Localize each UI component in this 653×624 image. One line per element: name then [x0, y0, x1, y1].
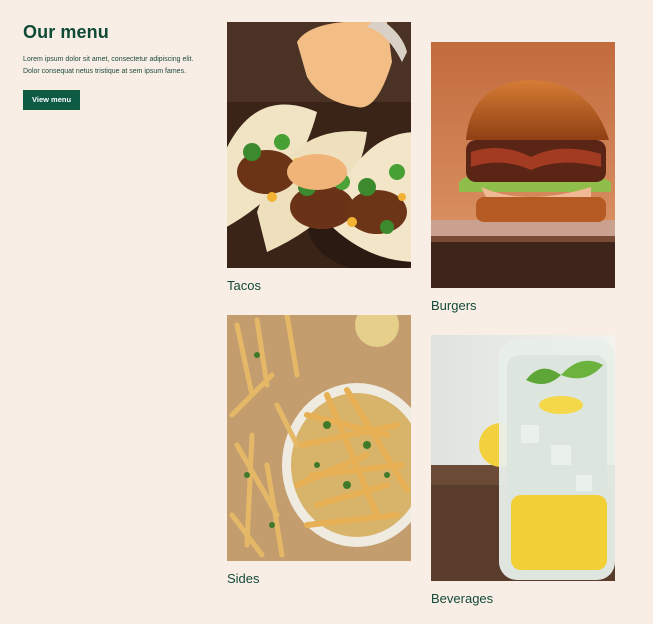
- fries-photo: [227, 315, 411, 561]
- menu-item-label: Tacos: [227, 278, 261, 293]
- menu-item-label: Sides: [227, 571, 260, 586]
- menu-card-beverages[interactable]: Beverages: [431, 335, 615, 607]
- lemonade-photo: [431, 335, 615, 581]
- intro-description: Lorem ipsum dolor sit amet, consectetur …: [23, 56, 194, 75]
- menu-card-sides[interactable]: Sides: [227, 315, 411, 587]
- view-menu-button[interactable]: View menu: [23, 90, 81, 110]
- tacos-photo: [227, 22, 411, 268]
- menu-item-label: Beverages: [431, 591, 494, 606]
- burger-photo: [431, 42, 615, 288]
- page-title: Our menu: [23, 22, 109, 42]
- menu-card-burgers[interactable]: Burgers: [431, 42, 615, 314]
- menu-intro: Our menu Lorem ipsum dolor sit amet, con…: [23, 22, 203, 110]
- menu-card-tacos[interactable]: Tacos: [227, 22, 411, 294]
- menu-item-label: Burgers: [431, 298, 477, 313]
